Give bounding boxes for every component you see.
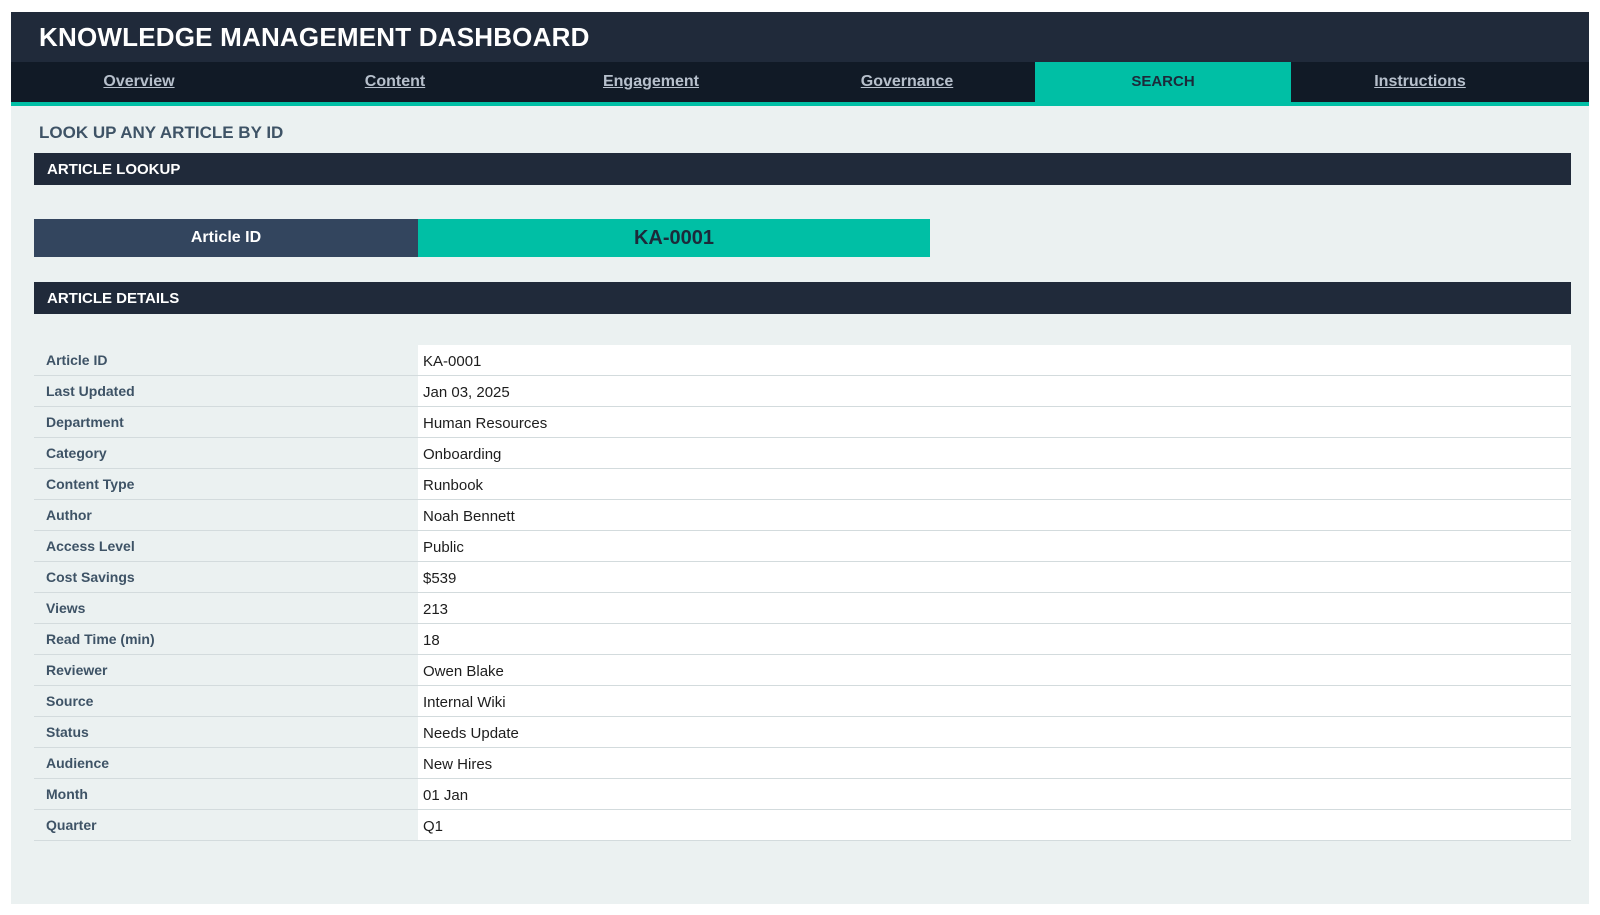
detail-value: Internal Wiki [418,686,1571,716]
detail-label: Month [46,786,88,802]
detail-label: Views [46,600,86,616]
detail-label: Source [46,693,94,709]
nav-tabs: Overview Content Engagement Governance S… [11,62,1589,102]
detail-value: 18 [418,624,1571,654]
page-subtitle: LOOK UP ANY ARTICLE BY ID [39,123,284,142]
detail-label: Department [46,414,124,430]
title-bar: KNOWLEDGE MANAGEMENT DASHBOARD [11,12,1589,62]
article-details-table: Article ID KA-0001 Last Updated Jan 03, 202… [34,345,1571,841]
detail-label: Quarter [46,817,97,833]
tab-governance[interactable]: Governance [779,62,1035,102]
detail-row: Content Type Runbook [34,469,1571,500]
detail-row: Article ID KA-0001 [34,345,1571,376]
article-id-input[interactable]: KA-0001 [418,219,930,257]
detail-label: Article ID [46,352,108,368]
article-details-title: ARTICLE DETAILS [47,290,180,307]
detail-value: KA-0001 [418,345,1571,375]
detail-row: Category Onboarding [34,438,1571,469]
tab-search[interactable]: SEARCH [1035,62,1291,102]
article-lookup-header: ARTICLE LOOKUP [34,153,1571,185]
tab-instructions[interactable]: Instructions [1291,62,1549,102]
detail-label: Status [46,724,89,740]
tab-engagement[interactable]: Engagement [523,62,779,102]
detail-value: Owen Blake [418,655,1571,685]
detail-label: Reviewer [46,662,108,678]
detail-row: Access Level Public [34,531,1571,562]
detail-value: Runbook [418,469,1571,499]
article-id-label: Article ID [34,219,418,257]
detail-label: Author [46,507,92,523]
detail-row: Audience New Hires [34,748,1571,779]
detail-row: Status Needs Update [34,717,1571,748]
nav-accent-line [11,102,1589,106]
detail-value: 01 Jan [418,779,1571,809]
detail-value: Jan 03, 2025 [418,376,1571,406]
detail-value: New Hires [418,748,1571,778]
detail-row: Quarter Q1 [34,810,1571,841]
detail-value: Noah Bennett [418,500,1571,530]
article-lookup-title: ARTICLE LOOKUP [47,161,181,178]
detail-value: 213 [418,593,1571,623]
detail-value: Onboarding [418,438,1571,468]
tab-overview[interactable]: Overview [11,62,267,102]
detail-row: Cost Savings $539 [34,562,1571,593]
detail-value: Q1 [418,810,1571,840]
detail-row: Read Time (min) 18 [34,624,1571,655]
detail-row: Author Noah Bennett [34,500,1571,531]
detail-label: Last Updated [46,383,135,399]
detail-row: Reviewer Owen Blake [34,655,1571,686]
detail-row: Views 213 [34,593,1571,624]
dashboard-sheet: KNOWLEDGE MANAGEMENT DASHBOARD Overview … [11,12,1589,904]
article-details-header: ARTICLE DETAILS [34,282,1571,314]
detail-label: Category [46,445,107,461]
tab-content[interactable]: Content [267,62,523,102]
detail-row: Department Human Resources [34,407,1571,438]
dashboard-title: KNOWLEDGE MANAGEMENT DASHBOARD [39,22,590,52]
detail-value: $539 [418,562,1571,592]
detail-label: Content Type [46,476,135,492]
detail-label: Read Time (min) [46,631,155,647]
detail-value: Needs Update [418,717,1571,747]
detail-label: Audience [46,755,110,771]
detail-row: Last Updated Jan 03, 2025 [34,376,1571,407]
detail-value: Public [418,531,1571,561]
detail-row: Month 01 Jan [34,779,1571,810]
detail-label: Cost Savings [46,569,135,585]
detail-value: Human Resources [418,407,1571,437]
detail-row: Source Internal Wiki [34,686,1571,717]
detail-label: Access Level [46,538,135,554]
